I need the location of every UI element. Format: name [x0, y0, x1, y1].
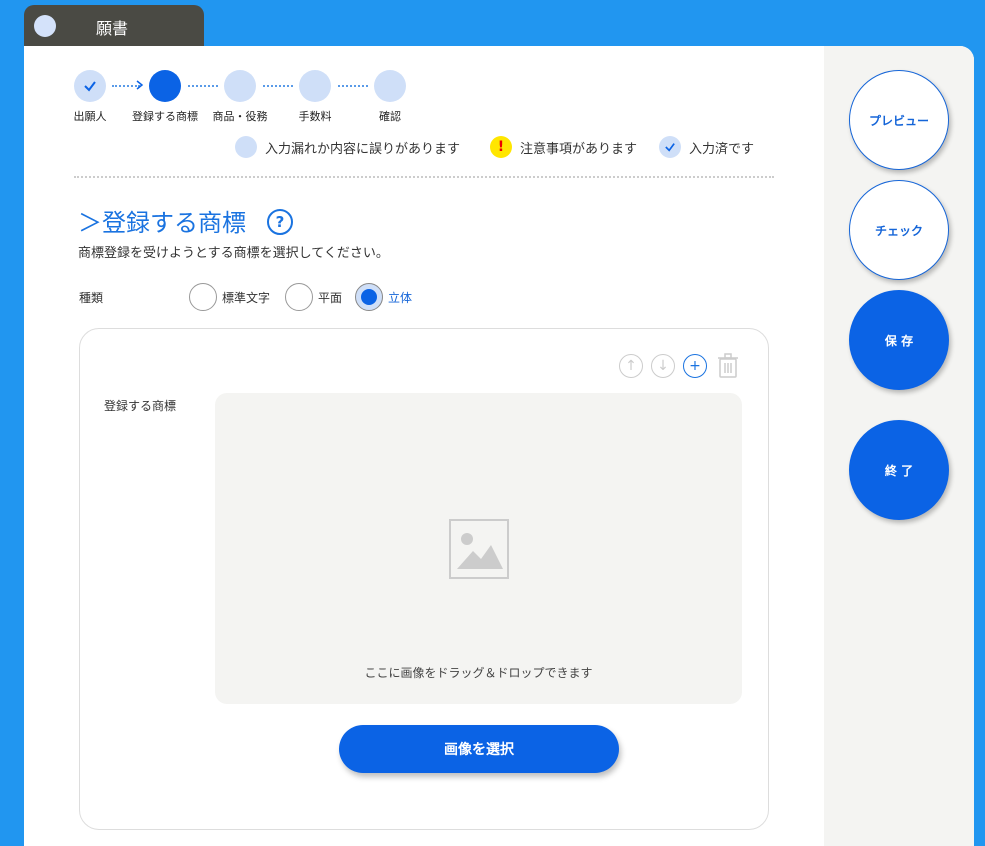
step-applicant[interactable] — [74, 70, 106, 102]
move-up-icon[interactable]: ↑ — [619, 354, 643, 378]
radio-3d[interactable] — [355, 283, 383, 311]
legend-done-text: 入力済です — [689, 141, 755, 157]
section-title: ＞登録する商標 — [78, 209, 246, 237]
step-label: 手数料 — [298, 110, 332, 123]
save-button[interactable]: 保 存 — [849, 290, 949, 390]
radio-flat[interactable] — [285, 283, 313, 311]
type-label: 種類 — [79, 291, 104, 305]
field-label: 登録する商標 — [104, 399, 177, 413]
preview-button[interactable]: プレビュー — [849, 70, 949, 170]
legend-done: 入力済です — [659, 135, 754, 159]
step-fees[interactable] — [299, 70, 331, 102]
step-goods-services[interactable] — [224, 70, 256, 102]
move-down-icon[interactable]: ↓ — [651, 354, 675, 378]
step-label: 確認 — [379, 110, 401, 123]
arrow-right-icon — [136, 80, 144, 90]
help-icon[interactable]: ? — [267, 209, 293, 235]
step-connector — [188, 85, 218, 87]
radio-label: 標準文字 — [222, 291, 271, 305]
step-label: 登録する商標 — [132, 110, 198, 123]
divider — [74, 176, 774, 178]
tab-status-dot — [34, 15, 56, 37]
check-button[interactable]: チェック — [849, 180, 949, 280]
step-connector — [263, 85, 293, 87]
legend-warning: ! 注意事項があります — [490, 135, 637, 159]
image-placeholder-icon — [449, 519, 509, 579]
tab-title: 願書 — [96, 19, 129, 38]
image-drop-zone[interactable]: ここに画像をドラッグ＆ドロップできます — [215, 393, 742, 704]
error-dot-icon — [235, 136, 257, 158]
window-tab[interactable]: 願書 — [24, 5, 204, 46]
main-panel: 出願人 登録する商標 商品・役務 手数料 確認 入力漏れか内容に誤りがあります … — [24, 46, 974, 846]
exit-button[interactable]: 終 了 — [849, 420, 949, 520]
step-trademark[interactable] — [149, 70, 181, 102]
step-confirm[interactable] — [374, 70, 406, 102]
check-icon — [84, 81, 96, 92]
trademark-card: ↑ ↓ + 登録する商標 ここに画像をドラッグ＆ドロップできます 画像を選択 — [79, 328, 769, 830]
step-connector — [338, 85, 368, 87]
radio-label: 立体 — [388, 291, 413, 305]
check-icon — [659, 136, 681, 158]
radio-standard-characters[interactable] — [189, 283, 217, 311]
legend-error: 入力漏れか内容に誤りがあります — [235, 135, 460, 159]
warning-icon: ! — [490, 136, 512, 158]
trash-icon[interactable] — [716, 353, 740, 379]
drop-hint: ここに画像をドラッグ＆ドロップできます — [364, 666, 593, 680]
section-description: 商標登録を受けようとする商標を選択してください。 — [78, 246, 389, 261]
add-icon[interactable]: + — [683, 354, 707, 378]
step-label: 商品・役務 — [212, 110, 268, 123]
legend-warning-text: 注意事項があります — [520, 141, 638, 157]
radio-label: 平面 — [318, 291, 343, 305]
legend-error-text: 入力漏れか内容に誤りがあります — [265, 141, 461, 157]
action-sidebar: プレビュー チェック 保 存 終 了 — [824, 46, 974, 846]
step-label: 出願人 — [73, 110, 107, 123]
select-image-button[interactable]: 画像を選択 — [339, 725, 619, 773]
